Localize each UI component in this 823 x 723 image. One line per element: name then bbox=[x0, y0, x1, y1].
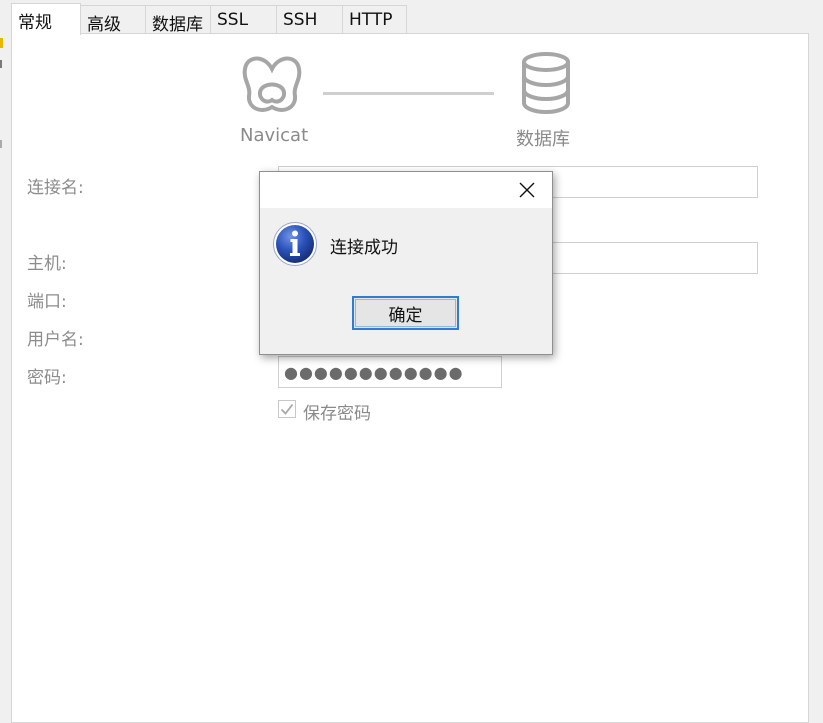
host-label: 主机: bbox=[27, 254, 67, 274]
tab-advanced[interactable]: 高级 bbox=[80, 5, 146, 35]
tab-ssl[interactable]: SSL bbox=[210, 5, 277, 34]
navicat-caption: Navicat bbox=[240, 125, 309, 146]
database-icon bbox=[522, 52, 570, 115]
background-window-edge bbox=[0, 60, 2, 68]
focus-ring bbox=[355, 299, 456, 327]
save-password-checkbox[interactable] bbox=[278, 400, 296, 418]
dialog-message: 连接成功 bbox=[330, 238, 398, 258]
tab-bar: 常规 高级 数据库 SSL SSH HTTP bbox=[11, 3, 411, 35]
port-label: 端口: bbox=[27, 292, 67, 312]
tab-ssh[interactable]: SSH bbox=[276, 5, 343, 34]
tab-general[interactable]: 常规 bbox=[11, 3, 81, 35]
ok-button[interactable]: 确定 bbox=[352, 296, 459, 330]
tab-http[interactable]: HTTP bbox=[342, 5, 407, 34]
dialog-titlebar bbox=[260, 172, 552, 208]
connection-line bbox=[323, 92, 494, 95]
general-tab-panel: Navicat 数据库 连接名: 主机: 端口: 用户名: 密码: ●●●●●●… bbox=[11, 33, 809, 723]
info-icon bbox=[273, 222, 317, 266]
background-window-accent bbox=[0, 38, 3, 48]
background-window-edge bbox=[0, 140, 2, 148]
message-dialog: 连接成功 确定 bbox=[259, 171, 553, 355]
close-icon[interactable] bbox=[516, 179, 538, 201]
tab-database[interactable]: 数据库 bbox=[145, 5, 211, 35]
password-mask: ●●●●●●●●●●●● bbox=[284, 363, 464, 382]
navicat-logo-icon bbox=[242, 56, 302, 112]
database-caption: 数据库 bbox=[516, 129, 570, 150]
password-label: 密码: bbox=[27, 368, 67, 388]
checkmark-icon bbox=[280, 403, 294, 415]
username-label: 用户名: bbox=[27, 330, 84, 350]
save-password-label[interactable]: 保存密码 bbox=[303, 399, 371, 424]
connection-name-label: 连接名: bbox=[27, 178, 84, 198]
password-input[interactable]: ●●●●●●●●●●●● bbox=[278, 356, 502, 388]
